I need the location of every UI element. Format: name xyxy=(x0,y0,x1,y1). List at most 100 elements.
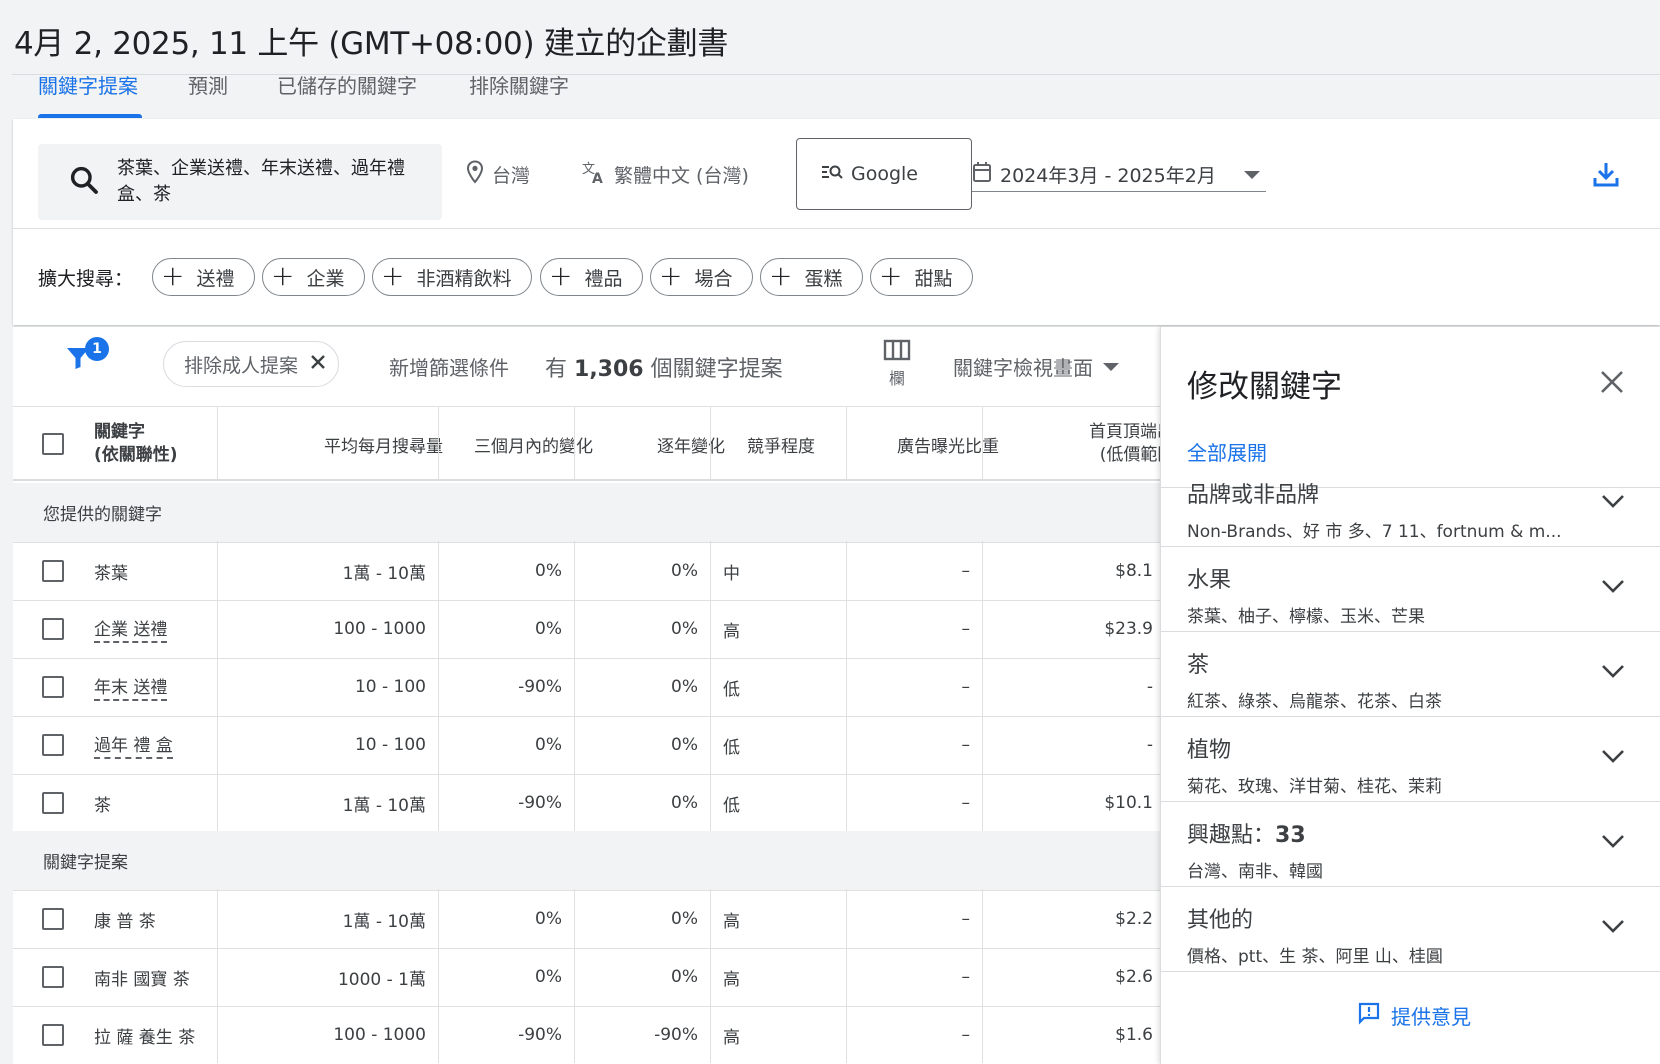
column-divider xyxy=(438,947,439,1005)
yoy-change-cell: 0% xyxy=(671,619,698,639)
column-divider xyxy=(846,657,847,715)
exclude-adult-filter-chip[interactable]: 排除成人提案 xyxy=(163,341,340,387)
column-header-top-bid-low[interactable]: 首頁頂端出價 (低價範圍) xyxy=(1013,407,1161,481)
chip-label: 蛋糕 xyxy=(804,267,843,290)
chip-add-keyword[interactable]: + 甜點 xyxy=(870,258,974,296)
keyword-search-input[interactable]: 茶葉、企業送禮、年末送禮、過年禮盒、茶 xyxy=(38,144,442,220)
close-icon[interactable] xyxy=(310,353,326,375)
column-header-competition[interactable]: 競爭程度 xyxy=(747,407,877,481)
group-title-label: 植物 xyxy=(1187,738,1232,763)
group-summary: 價格、ptt、生 茶、阿里 山、桂圓 xyxy=(1187,947,1443,967)
column-divider xyxy=(982,1005,983,1063)
column-divider xyxy=(710,947,711,1005)
column-header-impression-share[interactable]: 廣告曝光比重 xyxy=(871,407,1011,481)
header-sublabel: (低價範圍) xyxy=(1099,445,1161,465)
refine-group[interactable]: 品牌或非品牌 Non-Brands、好 市 多、7 11、fortnum & m.… xyxy=(1161,463,1660,547)
chip-add-keyword[interactable]: + 蛋糕 xyxy=(760,258,864,296)
expand-all-link[interactable]: 全部展開 xyxy=(1187,437,1267,466)
chip-label: 場合 xyxy=(694,267,733,290)
column-divider xyxy=(846,947,847,1005)
column-header-yoy-change[interactable]: 逐年變化 xyxy=(597,407,737,481)
column-header-avg-searches[interactable]: 平均每月搜尋量 xyxy=(233,407,455,481)
chevron-down-icon[interactable] xyxy=(1601,833,1625,852)
column-divider xyxy=(710,889,711,947)
table-row: 茶 1萬 - 10萬 -90% 0% 低 – $10.1 xyxy=(13,773,1161,833)
keyword-view-dropdown[interactable]: 關鍵字檢視畫面 xyxy=(953,352,1119,381)
top-bid-low-cell: $2.6 xyxy=(1115,967,1153,987)
column-divider xyxy=(574,889,575,947)
refine-group[interactable]: 茶紅茶、綠茶、烏龍茶、花茶、白茶 xyxy=(1161,633,1660,717)
column-divider xyxy=(438,715,439,773)
refine-group[interactable]: 水果 茶葉、柚子、檸檬、玉米、芒果 xyxy=(1161,548,1660,632)
column-divider xyxy=(846,407,847,481)
column-divider xyxy=(710,1005,711,1063)
refine-group[interactable]: 興趣點：33 台灣、南非、韓國 xyxy=(1161,803,1660,887)
location-selector[interactable]: 台灣 xyxy=(466,160,530,189)
chip-add-keyword[interactable]: + 場合 xyxy=(650,258,754,296)
three-month-change-cell: -90% xyxy=(518,1025,562,1045)
row-checkbox[interactable] xyxy=(42,618,64,640)
add-filter-button[interactable]: 新增篩選條件 xyxy=(389,352,509,381)
search-network-selector[interactable]: Google xyxy=(796,138,972,210)
chevron-down-icon[interactable] xyxy=(1601,663,1625,682)
avg-searches-cell: 1萬 - 10萬 xyxy=(342,911,426,932)
download-icon[interactable] xyxy=(1592,160,1620,192)
group-title-label: 水果 xyxy=(1187,568,1232,593)
chip-add-keyword[interactable]: + 送禮 xyxy=(152,258,256,296)
chip-add-keyword[interactable]: + 企業 xyxy=(262,258,366,296)
tab-negative-keywords[interactable]: 排除關鍵字 xyxy=(469,70,569,99)
column-divider xyxy=(982,599,983,657)
row-checkbox[interactable] xyxy=(42,676,64,698)
column-header-three-month-change[interactable]: 三個月內的變化 xyxy=(474,407,594,481)
language-selector[interactable]: 文A 繁體中文 (台灣) xyxy=(582,160,749,189)
select-all-checkbox[interactable] xyxy=(42,433,64,455)
column-divider xyxy=(574,715,575,773)
three-month-change-cell: 0% xyxy=(535,909,562,929)
close-icon[interactable] xyxy=(1599,369,1625,399)
row-checkbox[interactable] xyxy=(42,560,64,582)
column-divider xyxy=(574,1005,575,1063)
row-checkbox[interactable] xyxy=(42,908,64,930)
search-network-icon xyxy=(821,163,843,186)
tab-saved-keywords[interactable]: 已儲存的關鍵字 xyxy=(277,70,417,99)
column-divider xyxy=(982,889,983,947)
impression-share-cell: – xyxy=(961,967,971,987)
chevron-down-icon[interactable] xyxy=(1601,578,1625,597)
plus-icon: + xyxy=(161,259,185,292)
keyword-text: 茶葉 xyxy=(94,563,128,584)
competition-cell: 中 xyxy=(723,563,740,584)
tab-forecast[interactable]: 預測 xyxy=(188,70,228,99)
view-label: 關鍵字檢視畫面 xyxy=(953,356,1093,380)
three-month-change-cell: -90% xyxy=(518,677,562,697)
yoy-change-cell: 0% xyxy=(671,967,698,987)
columns-icon xyxy=(883,339,911,365)
column-divider xyxy=(438,773,439,831)
date-range-selector[interactable]: 2024年3月 - 2025年2月 xyxy=(972,158,1266,192)
row-checkbox[interactable] xyxy=(42,792,64,814)
three-month-change-cell: 0% xyxy=(535,619,562,639)
tab-keyword-ideas[interactable]: 關鍵字提案 xyxy=(38,70,138,99)
chevron-down-icon[interactable] xyxy=(1601,748,1625,767)
chevron-down-icon[interactable] xyxy=(1601,918,1625,937)
columns-button[interactable]: 欄 xyxy=(883,339,911,389)
competition-cell: 高 xyxy=(723,1027,740,1048)
top-bid-low-cell: $2.2 xyxy=(1115,909,1153,929)
chevron-down-icon[interactable] xyxy=(1601,493,1625,512)
expand-search-label: 擴大搜尋： xyxy=(38,268,134,290)
row-checkbox[interactable] xyxy=(42,1024,64,1046)
refine-group[interactable]: 其他的 價格、ptt、生 茶、阿里 山、桂圓 xyxy=(1161,888,1660,972)
location-pin-icon xyxy=(466,160,484,189)
row-checkbox[interactable] xyxy=(42,734,64,756)
search-icon xyxy=(68,164,100,200)
chip-add-keyword[interactable]: + 禮品 xyxy=(540,258,644,296)
chip-add-keyword[interactable]: + 非酒精飲料 xyxy=(372,258,533,296)
column-divider xyxy=(217,715,218,773)
refine-group[interactable]: 植物 菊花、玫瑰、洋甘菊、桂花、茉莉 xyxy=(1161,718,1660,802)
row-checkbox[interactable] xyxy=(42,966,64,988)
top-bid-low-cell: $10.1 xyxy=(1104,793,1153,813)
search-query-text[interactable]: 茶葉、企業送禮、年末送禮、過年禮盒、茶 xyxy=(117,156,427,208)
feedback-button[interactable]: 提供意見 xyxy=(1357,1001,1471,1030)
dropdown-caret-icon xyxy=(1244,170,1260,179)
column-header-keyword[interactable]: 關鍵字 (依關聯性) xyxy=(94,407,224,481)
top-bid-low-cell: - xyxy=(1146,677,1153,697)
